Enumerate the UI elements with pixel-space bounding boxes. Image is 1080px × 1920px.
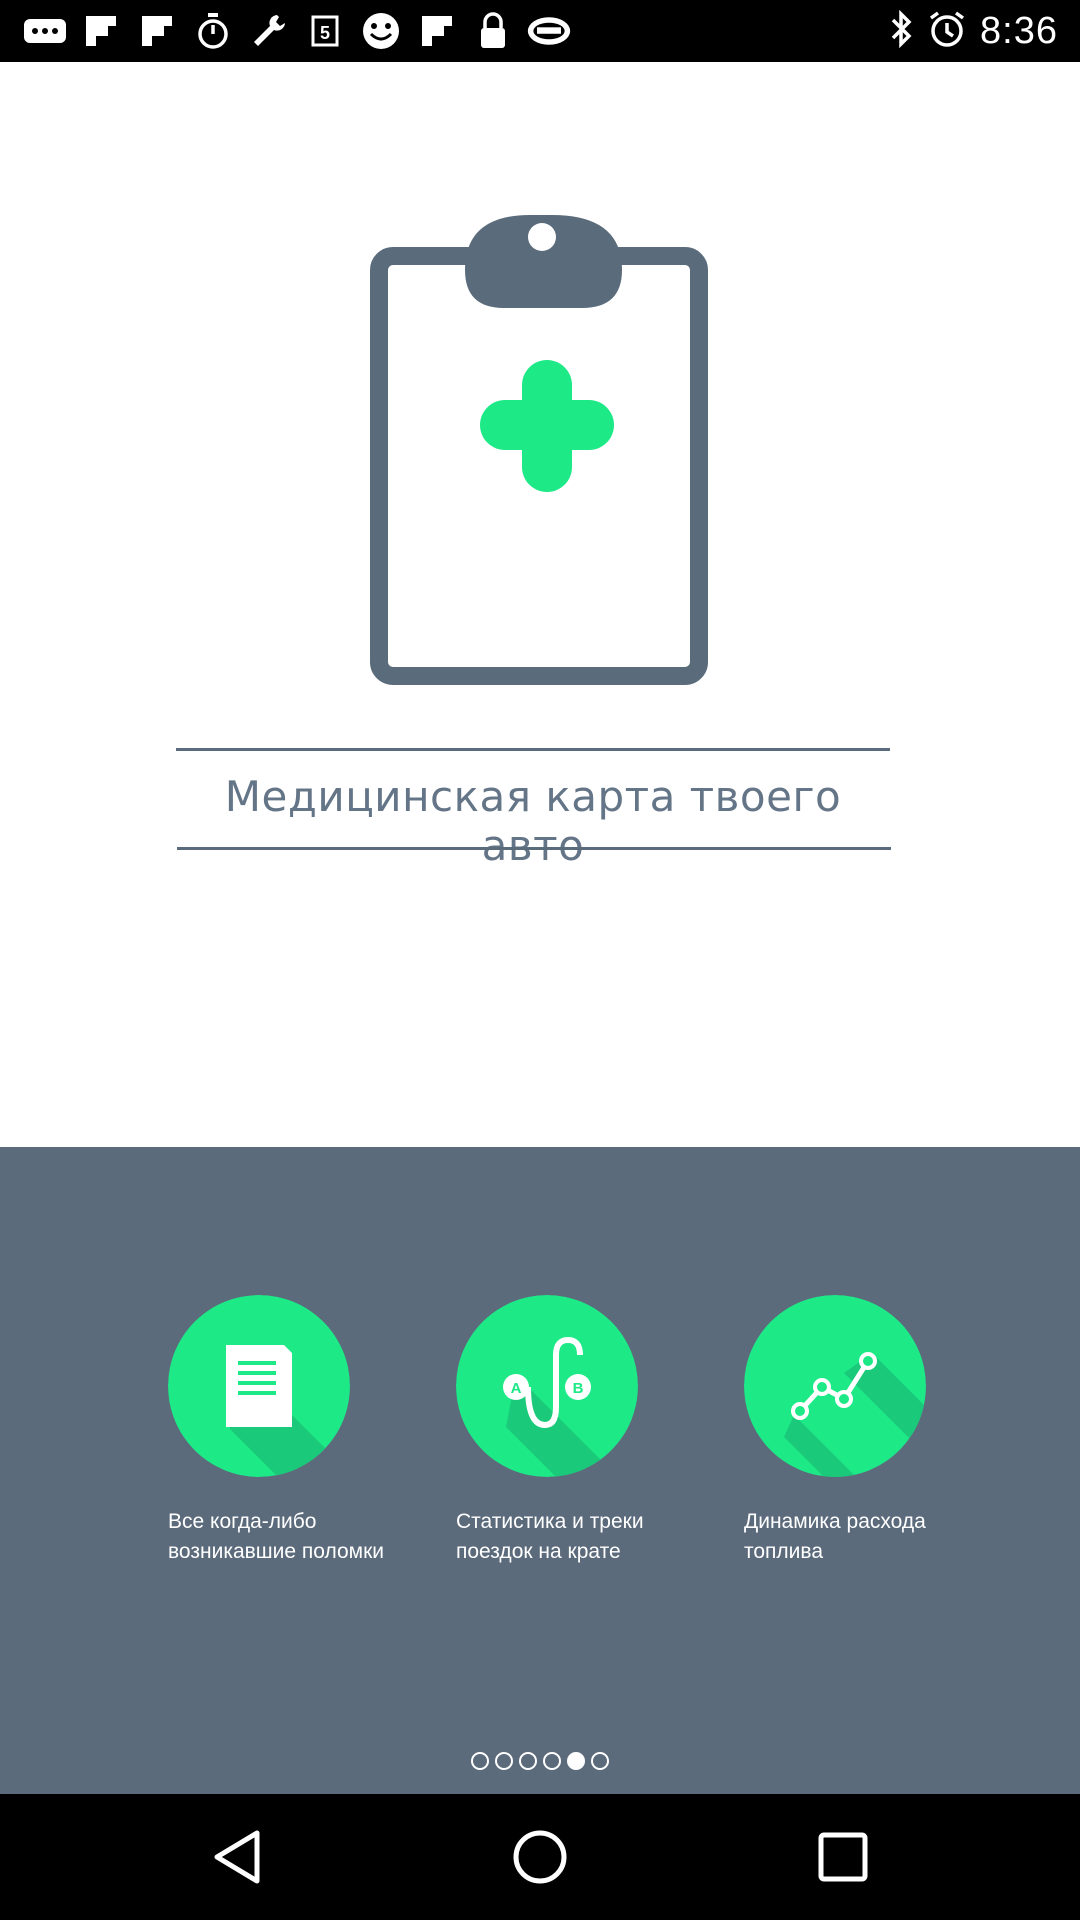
feature-trip-stats: A B Статистика и треки поездок на крате — [456, 1295, 716, 1567]
recents-icon — [818, 1832, 868, 1882]
feature-label: Динамика расхода топлива — [744, 1510, 926, 1563]
svg-text:B: B — [573, 1380, 584, 1397]
headline-block: Медицинская карта твоего авто — [176, 748, 891, 870]
headline: Медицинская карта твоего авто — [224, 772, 842, 870]
back-icon — [214, 1830, 260, 1884]
page-dot[interactable] — [591, 1752, 609, 1770]
notification-icons: 5 — [22, 8, 572, 54]
svg-text:5: 5 — [320, 23, 330, 43]
feature-breakdowns: Все когда-либо возникавшие поломки — [168, 1295, 428, 1567]
page-dot[interactable] — [495, 1752, 513, 1770]
clipboard-medical-icon — [370, 210, 720, 690]
feature-fuel-dynamics: Динамика расхода топлива — [744, 1295, 1004, 1567]
svg-text:A: A — [511, 1380, 522, 1397]
feature-icon-circle: A B — [456, 1295, 638, 1477]
divider — [177, 847, 891, 850]
flipboard-icon — [134, 8, 180, 54]
replay-5-icon: 5 — [302, 8, 348, 54]
system-status: 8:36 — [890, 8, 1058, 54]
feature-label: Статистика и треки поездок на крате — [456, 1510, 644, 1563]
flipboard-icon — [414, 8, 460, 54]
recents-button[interactable] — [808, 1822, 878, 1892]
clock: 8:36 — [980, 9, 1058, 52]
page-dot[interactable] — [519, 1752, 537, 1770]
page-dot[interactable] — [543, 1752, 561, 1770]
more-icon — [22, 8, 68, 54]
alarm-icon — [928, 10, 966, 53]
lock-icon — [470, 8, 516, 54]
feature-icon-circle — [744, 1295, 926, 1477]
page-dot[interactable] — [471, 1752, 489, 1770]
fox-sports-icon — [526, 8, 572, 54]
bluetooth-icon — [890, 9, 914, 53]
document-icon — [226, 1345, 292, 1427]
home-button[interactable] — [505, 1822, 575, 1892]
divider — [176, 748, 890, 751]
page-indicator — [0, 1752, 1080, 1770]
feature-label: Все когда-либо возникавшие поломки — [168, 1510, 385, 1563]
stopwatch-icon — [190, 8, 236, 54]
feature-icon-circle — [168, 1295, 350, 1477]
flipboard-icon — [78, 8, 124, 54]
features-panel: Все когда-либо возникавшие поломки A B С… — [0, 1147, 1080, 1794]
navigation-bar — [0, 1794, 1080, 1920]
back-button[interactable] — [202, 1822, 272, 1892]
status-bar: 5 8:36 — [0, 0, 1080, 62]
smiley-icon — [358, 8, 404, 54]
home-icon — [513, 1830, 567, 1884]
wrench-icon — [246, 8, 292, 54]
page-dot-active[interactable] — [567, 1752, 585, 1770]
